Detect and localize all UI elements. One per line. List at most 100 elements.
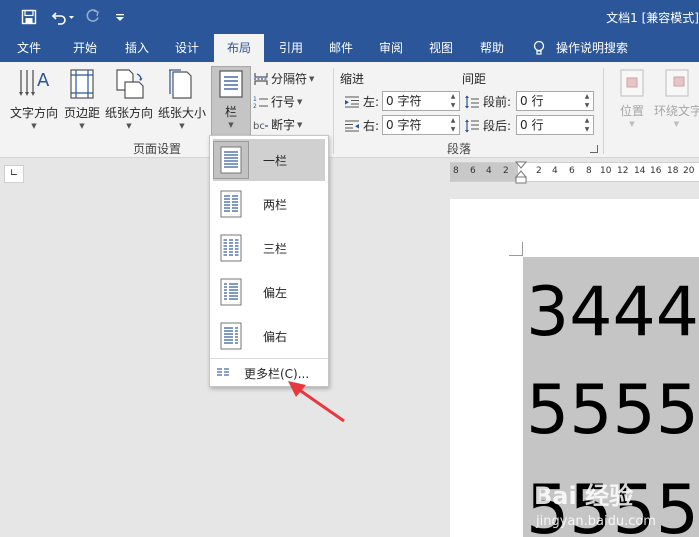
window-title: 文档1 [兼容模式]	[606, 11, 699, 25]
tab-mailings[interactable]: 邮件	[316, 34, 366, 62]
orientation-label: 纸张方向	[104, 106, 153, 120]
size-label: 纸张大小	[157, 106, 206, 120]
columns-icon	[219, 70, 243, 98]
line-numbers-button[interactable]: 12 行号 ▼	[253, 93, 302, 110]
indent-marker-icon[interactable]	[515, 161, 527, 185]
ribbon: A 文字方向 ▼ 页边距 ▼ 纸张方向 ▼ 纸张大小 ▼ 栏 ▼ 分隔符 ▼ 1…	[0, 62, 699, 158]
line-numbers-icon: 12	[253, 96, 268, 109]
size-button[interactable]: 纸张大小 ▼	[156, 66, 208, 138]
ruler-tick-label: 6	[470, 166, 476, 176]
ruler-tick-label: 20	[683, 166, 695, 176]
tab-view[interactable]: 视图	[416, 34, 466, 62]
ruler-tick-label: 8	[453, 166, 459, 176]
tab-design[interactable]: 设计	[162, 34, 212, 62]
columns-option-right[interactable]: 偏右	[213, 315, 325, 357]
spacing-after-input[interactable]: 0 行 ▲ ▼	[516, 115, 594, 135]
paragraph-dialog-launcher-icon[interactable]	[590, 145, 598, 153]
indent-right-label: 右:	[363, 119, 380, 133]
dropdown-caret-icon: ▼	[31, 122, 37, 130]
columns-option-left[interactable]: 偏左	[213, 271, 325, 313]
tab-home[interactable]: 开始	[60, 34, 110, 62]
spinner-icon[interactable]: ▲ ▼	[448, 92, 458, 110]
hyphenation-icon: bc	[253, 121, 268, 132]
dropdown-caret-icon: ▼	[126, 122, 132, 130]
ruler-tick-label: 16	[650, 166, 662, 176]
columns-option-one[interactable]: 一栏	[213, 139, 325, 181]
text-direction-icon: A	[19, 70, 50, 96]
document-line[interactable]: 55555	[526, 377, 699, 445]
breaks-button[interactable]: 分隔符 ▼	[253, 70, 314, 87]
columns-option-label: 一栏	[263, 153, 288, 168]
svg-text:2: 2	[253, 103, 257, 109]
breaks-label: 分隔符	[271, 72, 308, 86]
ruler-tick-label: 18	[667, 166, 679, 176]
columns-option-label: 两栏	[263, 197, 288, 212]
tab-layout[interactable]: 布局	[214, 34, 264, 64]
columns-option-label: 三栏	[263, 241, 288, 256]
hyphenation-button[interactable]: bc 断字 ▼	[253, 116, 302, 133]
document-line[interactable]: 34444	[526, 279, 699, 347]
one-column-icon	[213, 141, 249, 179]
text-direction-button[interactable]: A 文字方向 ▼	[8, 66, 60, 138]
svg-text:A: A	[37, 70, 50, 91]
columns-option-two[interactable]: 两栏	[213, 183, 325, 225]
margins-button[interactable]: 页边距 ▼	[62, 66, 102, 138]
spacing-heading: 间距	[462, 72, 487, 86]
spinner-icon[interactable]: ▲ ▼	[582, 92, 592, 110]
line-numbers-label: 行号	[271, 95, 296, 109]
menu-divider	[210, 358, 328, 359]
redo-icon[interactable]	[82, 0, 104, 34]
dropdown-caret-icon: ▼	[629, 120, 635, 128]
three-columns-icon	[213, 229, 249, 267]
spinner-icon[interactable]: ▲ ▼	[448, 116, 458, 134]
group-divider	[603, 68, 604, 154]
tab-help[interactable]: 帮助	[466, 34, 518, 62]
ruler-tick-label: 6	[569, 166, 575, 176]
tell-me-box[interactable]: 操作说明搜索	[532, 34, 628, 62]
spinner-icon[interactable]: ▲ ▼	[582, 116, 592, 134]
lightbulb-icon	[533, 40, 545, 55]
columns-button[interactable]: 栏 ▼	[211, 66, 251, 138]
position-label: 位置	[619, 104, 644, 118]
margins-icon	[70, 69, 94, 99]
wrap-text-button[interactable]: 环绕文字 ▼	[654, 66, 699, 138]
position-button[interactable]: 位置 ▼	[612, 66, 652, 138]
columns-label: 栏	[224, 105, 237, 119]
indent-left-label: 左:	[363, 95, 380, 109]
ruler-tick-label: 12	[617, 166, 629, 176]
wrap-text-icon	[665, 69, 688, 97]
ruler-tick-label: 10	[600, 166, 612, 176]
horizontal-ruler[interactable]: 8 6 4 2 2 4 6 8 10 12 14 16 18 20	[450, 161, 699, 185]
ruler-tick-label: 14	[634, 166, 646, 176]
orientation-button[interactable]: 纸张方向 ▼	[104, 66, 154, 138]
customize-toolbar-icon[interactable]	[112, 0, 128, 34]
two-columns-icon	[213, 185, 249, 223]
spacing-before-input[interactable]: 0 行 ▲ ▼	[516, 91, 594, 111]
spacing-before-label: 段前:	[483, 95, 512, 109]
group-divider	[333, 68, 334, 154]
watermark-logo: Bai 经验	[534, 482, 634, 510]
tab-review[interactable]: 审阅	[366, 34, 416, 62]
ruler-tick-label: 4	[552, 166, 558, 176]
columns-option-label: 偏右	[263, 329, 288, 344]
tab-file[interactable]: 文件	[6, 34, 52, 62]
paper-size-icon	[169, 69, 192, 99]
tab-selector-icon[interactable]: ∟	[4, 165, 24, 183]
text-direction-label: 文字方向	[9, 106, 58, 120]
tab-references[interactable]: 引用	[266, 34, 316, 62]
indent-right-input[interactable]: 0 字符 ▲ ▼	[382, 115, 460, 135]
ruler-tick-label: 8	[586, 166, 592, 176]
tab-insert[interactable]: 插入	[112, 34, 162, 62]
undo-icon[interactable]	[48, 0, 78, 34]
columns-option-three[interactable]: 三栏	[213, 227, 325, 269]
ribbon-tabs: 文件 开始 插入 设计 布局 引用 邮件 审阅 视图 帮助 操作说明搜索	[0, 34, 699, 64]
indent-left-input[interactable]: 0 字符 ▲ ▼	[382, 91, 460, 111]
title-bar: 文档1 [兼容模式]	[0, 0, 699, 34]
ruler-tick-label: 4	[486, 166, 492, 176]
hyphenation-label: 断字	[271, 118, 296, 132]
more-columns-icon	[217, 368, 229, 376]
indent-left-label-wrap: 左:	[344, 93, 379, 110]
orientation-icon	[116, 69, 144, 99]
save-icon[interactable]	[16, 0, 42, 34]
svg-text:1: 1	[253, 96, 257, 103]
